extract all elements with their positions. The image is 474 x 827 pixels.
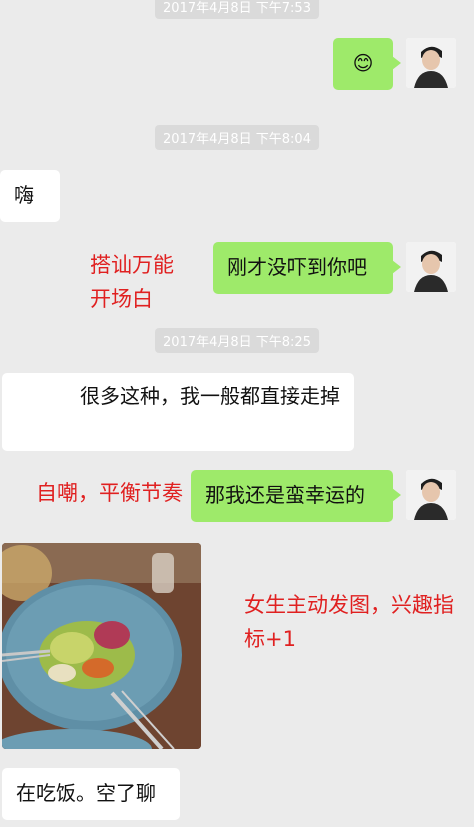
message-text: 很多这种，我一般都直接走掉 <box>80 384 340 408</box>
annotation-opening-line: 搭讪万能 开场白 <box>90 248 174 316</box>
avatar-self-image <box>406 38 456 88</box>
message-text: 刚才没吓到你吧 <box>227 255 367 279</box>
annotation-line: 开场白 <box>90 287 153 311</box>
chat-bubble-received[interactable]: 在吃饭。空了聊 <box>2 768 180 820</box>
chat-bubble-sent[interactable]: 😊 <box>333 38 401 90</box>
avatar-self[interactable] <box>406 38 456 88</box>
chat-bubble-sent[interactable]: 刚才没吓到你吧 <box>213 242 401 294</box>
message-text: 那我还是蛮幸运的 <box>205 483 365 507</box>
annotation-line: 标+1 <box>244 627 296 651</box>
timestamp: 2017年4月8日 下午7:53 <box>155 0 319 19</box>
annotation-interest-indicator: 女生主动发图，兴趣指 标+1 <box>244 588 454 656</box>
chat-bubble-received[interactable]: 嗨 <box>0 170 60 222</box>
annotation-line: 搭讪万能 <box>90 253 174 277</box>
timestamp: 2017年4月8日 下午8:04 <box>155 125 319 150</box>
avatar-self[interactable] <box>406 242 456 292</box>
avatar-self-image <box>406 470 456 520</box>
smile-emoji-icon: 😊 <box>352 51 374 75</box>
message-text: 嗨 <box>14 183 34 207</box>
timestamp: 2017年4月8日 下午8:25 <box>155 328 319 353</box>
chat-bubble-received[interactable]: 很多这种，我一般都直接走掉 <box>2 373 354 451</box>
chat-image-food-photo[interactable] <box>2 543 201 749</box>
annotation-self-deprecation: 自嘲，平衡节奏 <box>36 481 183 505</box>
annotation-line: 女生主动发图，兴趣指 <box>244 593 454 617</box>
chat-bubble-sent[interactable]: 那我还是蛮幸运的 <box>191 470 401 522</box>
salad-photo-image <box>2 543 201 749</box>
avatar-self-image <box>406 242 456 292</box>
avatar-self[interactable] <box>406 470 456 520</box>
message-text: 在吃饭。空了聊 <box>16 781 156 805</box>
